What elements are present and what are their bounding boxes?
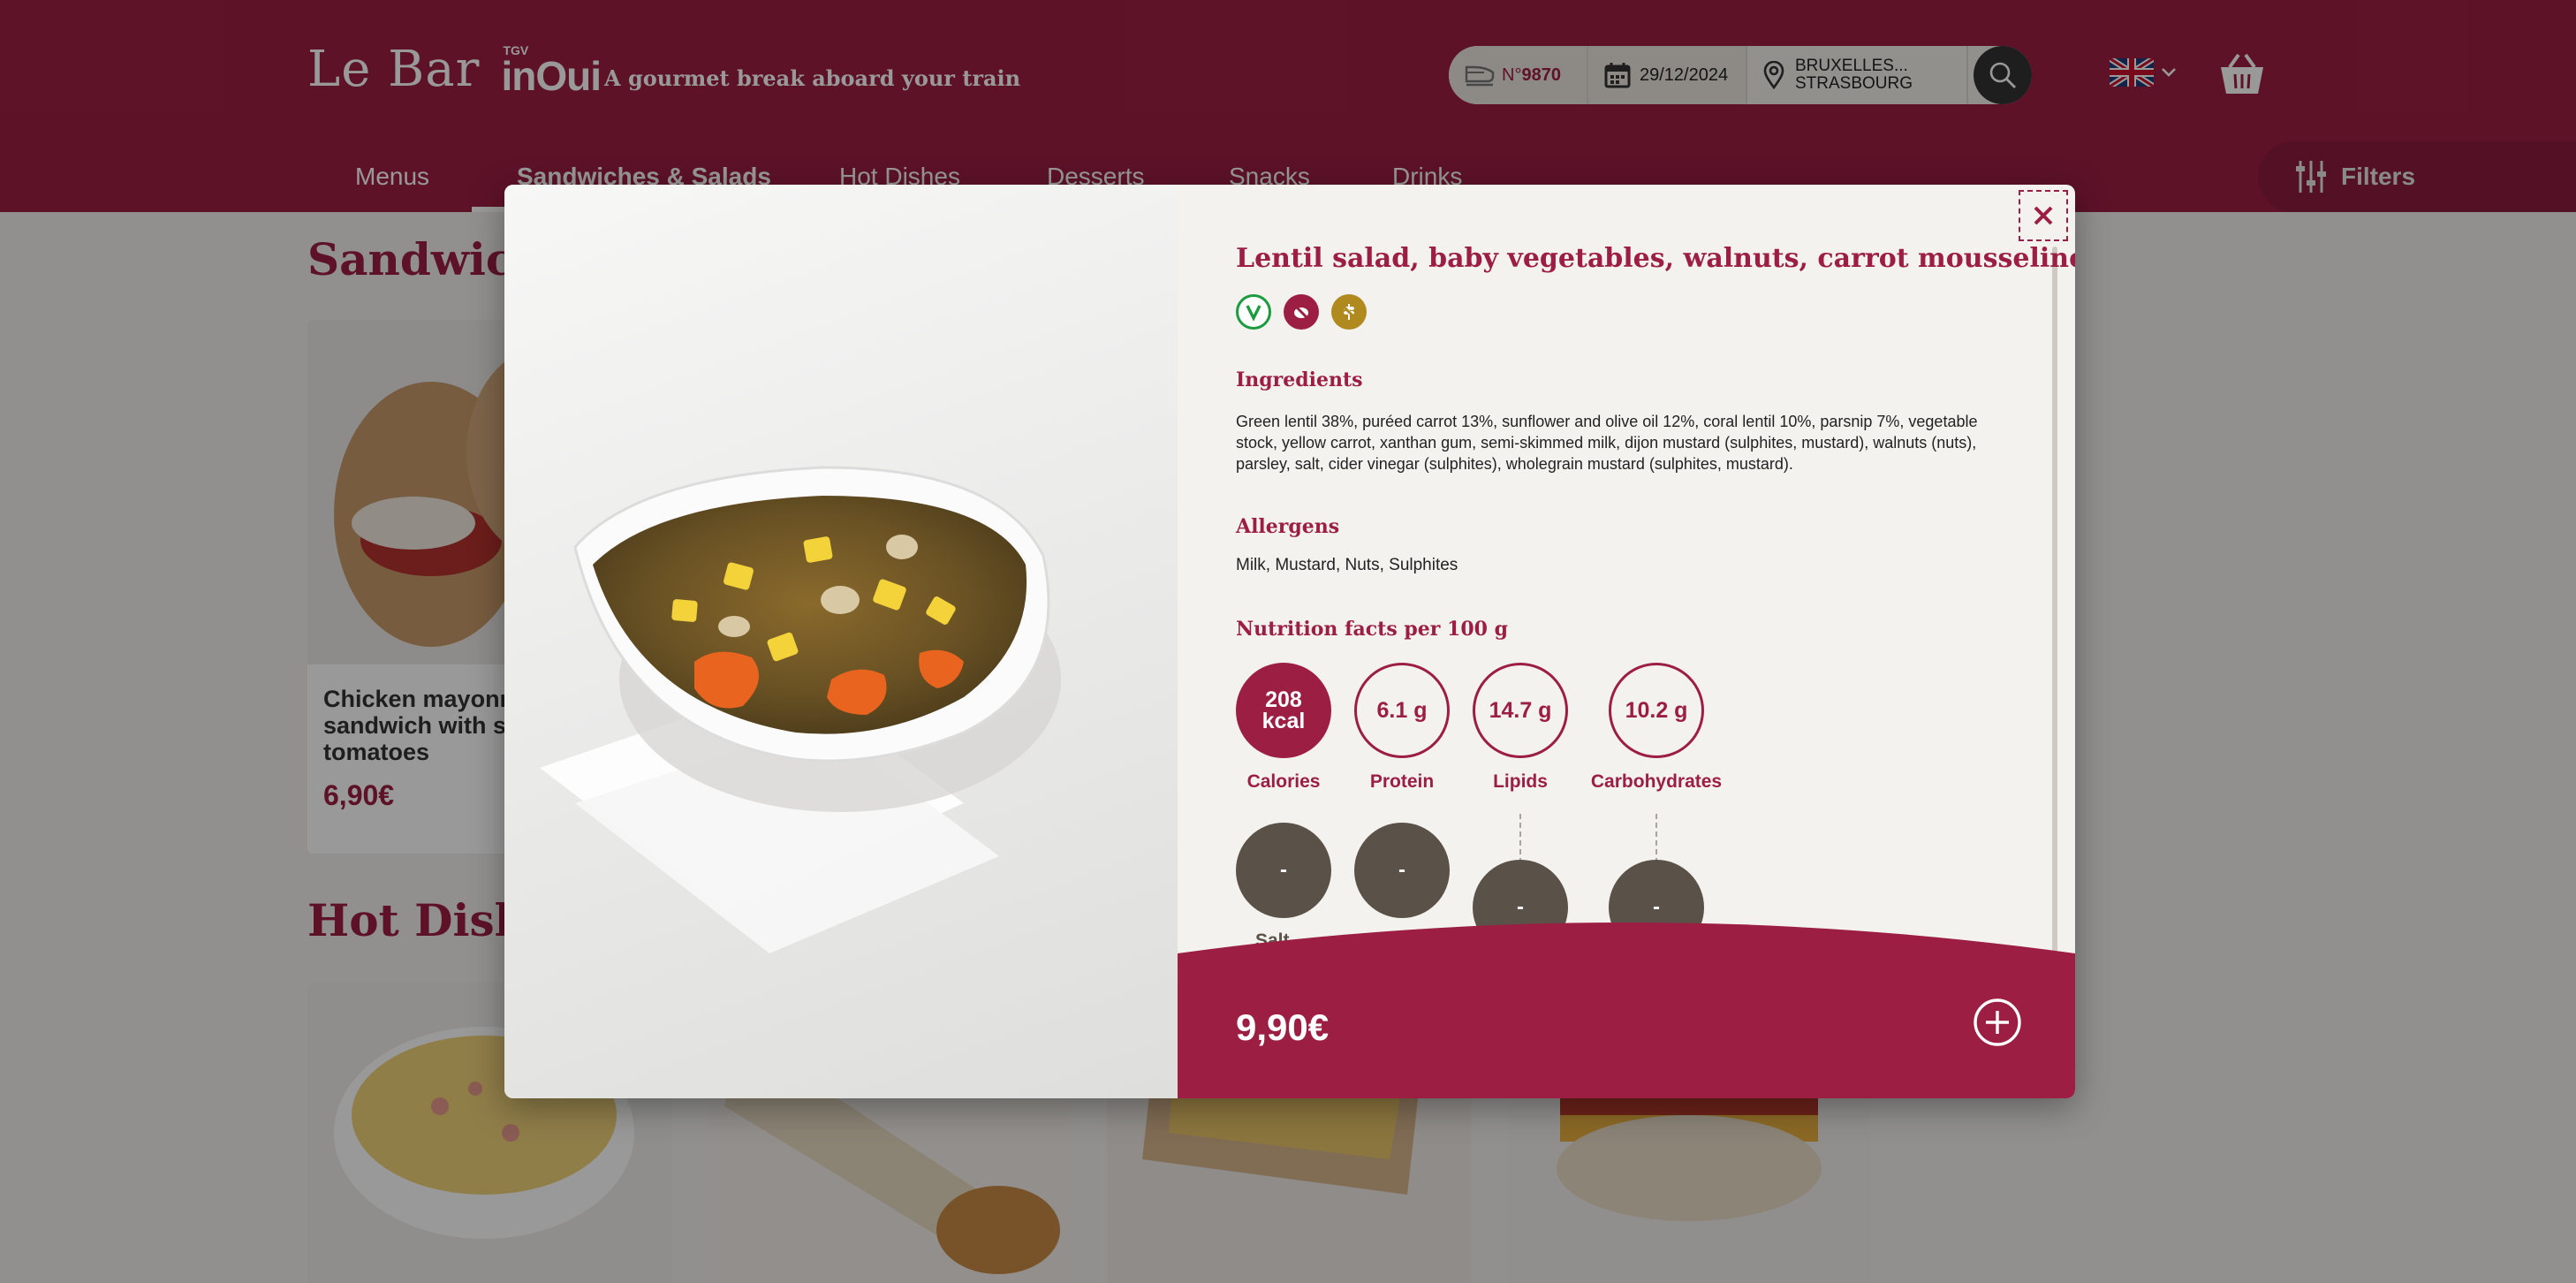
add-to-basket-button[interactable]	[1973, 998, 2022, 1047]
carbohydrates-label: Carbohydrates	[1590, 771, 1723, 792]
salt-badge: -	[1236, 823, 1331, 918]
lipids-label: Lipids	[1493, 771, 1548, 792]
calories-label: Calories	[1246, 771, 1321, 792]
plus-circle-icon	[1974, 998, 2021, 1046]
calories-badge: 208 kcal	[1236, 663, 1331, 758]
product-title: Lentil salad, baby vegetables, walnuts, …	[1236, 243, 2075, 274]
allergens-heading: Allergens	[1236, 515, 1340, 538]
no-pork-icon	[1284, 294, 1319, 330]
close-icon	[2034, 206, 2053, 225]
scrollbar-thumb[interactable]	[2052, 247, 2057, 989]
product-photo	[504, 185, 1178, 1098]
diet-icons	[1236, 294, 1367, 330]
product-details: Lentil salad, baby vegetables, walnuts, …	[1178, 185, 2075, 1098]
divider-line	[1519, 814, 1521, 863]
allergens-text: Milk, Mustard, Nuts, Sulphites	[1236, 556, 1458, 574]
protein-label: Protein	[1369, 771, 1435, 792]
divider-line	[1655, 814, 1657, 863]
protein-badge: 6.1 g	[1354, 663, 1450, 758]
gluten-free-icon	[1331, 294, 1367, 330]
vegetarian-icon	[1236, 294, 1271, 330]
sugars-badge: -	[1354, 823, 1450, 918]
ingredients-text: Green lentil 38%, puréed carrot 13%, sun…	[1236, 413, 1978, 473]
ingredients-heading: Ingredients	[1236, 368, 1363, 391]
product-price: 9,90€	[1236, 1006, 1330, 1048]
carbohydrates-badge: 10.2 g	[1609, 663, 1704, 758]
close-button[interactable]	[2019, 190, 2068, 241]
product-detail-modal: Lentil salad, baby vegetables, walnuts, …	[504, 185, 2075, 1098]
lipids-badge: 14.7 g	[1473, 663, 1568, 758]
nutrition-heading: Nutrition facts per 100 g	[1236, 618, 1508, 641]
